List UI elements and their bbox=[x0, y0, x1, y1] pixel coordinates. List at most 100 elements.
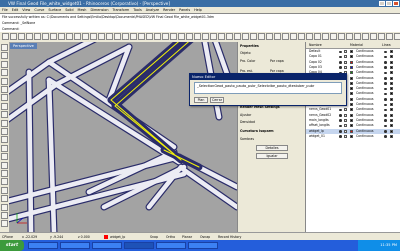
layer-lock-icon[interactable] bbox=[344, 129, 347, 133]
layer-print-icon[interactable] bbox=[384, 71, 387, 75]
viewport-tab[interactable]: Perspective bbox=[10, 43, 37, 49]
layer-print-icon[interactable] bbox=[384, 119, 387, 122]
layer-print-color[interactable] bbox=[390, 92, 393, 96]
layer-visibility-icon[interactable] bbox=[339, 61, 342, 64]
toolbar-button[interactable] bbox=[330, 33, 337, 40]
toolbar-button[interactable] bbox=[314, 33, 321, 40]
toolbar-button[interactable] bbox=[178, 33, 185, 40]
layer-print-color[interactable] bbox=[390, 108, 393, 112]
toolbar-button[interactable] bbox=[146, 33, 153, 40]
toolbar-button[interactable] bbox=[114, 33, 121, 40]
tool-button[interactable] bbox=[1, 52, 8, 60]
tool-button[interactable] bbox=[1, 144, 8, 152]
layer-color-swatch[interactable] bbox=[350, 118, 353, 122]
taskbar-item[interactable] bbox=[188, 242, 218, 249]
layer-print-color[interactable] bbox=[390, 60, 393, 64]
toolbar-button[interactable] bbox=[378, 33, 385, 40]
tool-button[interactable] bbox=[1, 128, 8, 135]
tool-button[interactable] bbox=[1, 69, 8, 77]
layer-print-color[interactable] bbox=[390, 134, 393, 138]
toolbar-button[interactable] bbox=[298, 33, 305, 40]
layer-color-swatch[interactable] bbox=[350, 103, 353, 106]
layer-visibility-icon[interactable] bbox=[339, 108, 342, 112]
layer-color-swatch[interactable] bbox=[350, 87, 353, 91]
toolbar-button[interactable] bbox=[34, 33, 41, 40]
layer-lock-icon[interactable] bbox=[344, 55, 347, 59]
layer-color-swatch[interactable] bbox=[350, 97, 353, 101]
toolbar-button[interactable] bbox=[282, 33, 289, 40]
layer-print-icon[interactable] bbox=[384, 66, 387, 69]
toolbar-button[interactable] bbox=[338, 33, 345, 40]
layer-print-icon[interactable] bbox=[384, 103, 387, 106]
selected-member[interactable] bbox=[114, 105, 182, 161]
layer-color-swatch[interactable] bbox=[350, 81, 353, 85]
layers-column-name[interactable]: Nombre bbox=[309, 42, 322, 48]
layer-visibility-icon[interactable] bbox=[339, 135, 342, 138]
layer-print-color[interactable] bbox=[390, 71, 393, 75]
layer-print-icon[interactable] bbox=[384, 77, 387, 80]
toolbar-button[interactable] bbox=[354, 33, 361, 40]
toolbar-button[interactable] bbox=[218, 33, 225, 40]
layer-visibility-icon[interactable] bbox=[339, 66, 342, 69]
layer-color-swatch[interactable] bbox=[350, 71, 353, 75]
perspective-viewport[interactable]: Perspective bbox=[9, 42, 237, 232]
layer-visibility-icon[interactable] bbox=[339, 50, 342, 53]
tool-button[interactable] bbox=[1, 178, 8, 186]
cerrar-button[interactable]: Cerrar bbox=[210, 97, 224, 103]
tool-button[interactable] bbox=[1, 119, 8, 127]
layer-lock-icon[interactable] bbox=[344, 134, 347, 138]
layer-print-color[interactable] bbox=[390, 81, 393, 85]
layer-print-icon[interactable] bbox=[384, 55, 387, 59]
layer-visibility-icon[interactable] bbox=[339, 124, 342, 128]
layer-print-color[interactable] bbox=[390, 76, 393, 80]
layer-lock-icon[interactable] bbox=[344, 124, 347, 128]
toolbar-button[interactable] bbox=[306, 33, 313, 40]
plan-button[interactable]: Plan bbox=[194, 97, 208, 103]
layer-color-swatch[interactable] bbox=[350, 134, 353, 138]
tool-button[interactable] bbox=[1, 86, 8, 93]
toolbar-button[interactable] bbox=[50, 33, 57, 40]
toolbar-button[interactable] bbox=[138, 33, 145, 40]
layer-lock-icon[interactable] bbox=[344, 118, 347, 122]
toolbar-button[interactable] bbox=[202, 33, 209, 40]
toolbar-button[interactable] bbox=[346, 33, 353, 40]
tool-button[interactable] bbox=[1, 203, 8, 211]
start-button[interactable]: start bbox=[0, 240, 24, 251]
toolbar-button[interactable] bbox=[386, 33, 393, 40]
layer-visibility-icon[interactable] bbox=[339, 119, 342, 122]
layer-lock-icon[interactable] bbox=[344, 113, 347, 117]
layer-print-color[interactable] bbox=[390, 97, 393, 101]
command-history[interactable]: File successfully written as: C:\Documen… bbox=[0, 13, 400, 34]
taskbar-item[interactable] bbox=[92, 242, 122, 249]
layer-lock-icon[interactable] bbox=[344, 60, 347, 64]
structure-member[interactable] bbox=[26, 69, 34, 232]
minimize-button[interactable] bbox=[379, 1, 385, 6]
layer-color-swatch[interactable] bbox=[350, 108, 353, 112]
toolbar-button[interactable] bbox=[170, 33, 177, 40]
layer-print-color[interactable] bbox=[390, 129, 393, 133]
layer-print-icon[interactable] bbox=[384, 61, 387, 64]
toolbar-button[interactable] bbox=[258, 33, 265, 40]
tool-button[interactable] bbox=[1, 220, 8, 228]
details-button[interactable]: Detalles bbox=[256, 145, 288, 151]
toolbar-button[interactable] bbox=[82, 33, 89, 40]
layer-print-color[interactable] bbox=[390, 113, 393, 117]
layer-print-icon[interactable] bbox=[384, 92, 387, 96]
toolbar-button[interactable] bbox=[58, 33, 65, 40]
toolbar-button[interactable] bbox=[26, 33, 33, 40]
layer-color-swatch[interactable] bbox=[350, 65, 353, 69]
layer-print-color[interactable] bbox=[390, 124, 393, 128]
layer-color-swatch[interactable] bbox=[350, 76, 353, 80]
toolbar-button[interactable] bbox=[106, 33, 113, 40]
layer-color-swatch[interactable] bbox=[350, 55, 353, 59]
tool-button[interactable] bbox=[1, 170, 8, 177]
maximize-button[interactable] bbox=[386, 1, 392, 6]
layer-print-icon[interactable] bbox=[384, 98, 387, 101]
layer-visibility-icon[interactable] bbox=[339, 114, 342, 117]
taskbar-item[interactable] bbox=[60, 242, 90, 249]
layer-visibility-icon[interactable] bbox=[339, 55, 342, 59]
dialog-text-field[interactable]: _SelectionGeod_pauto_pauto_pubr_Selectvi… bbox=[194, 82, 342, 94]
toolbar-button[interactable] bbox=[362, 33, 369, 40]
toolbar-button[interactable] bbox=[250, 33, 257, 40]
toolbar-button[interactable] bbox=[130, 33, 137, 40]
